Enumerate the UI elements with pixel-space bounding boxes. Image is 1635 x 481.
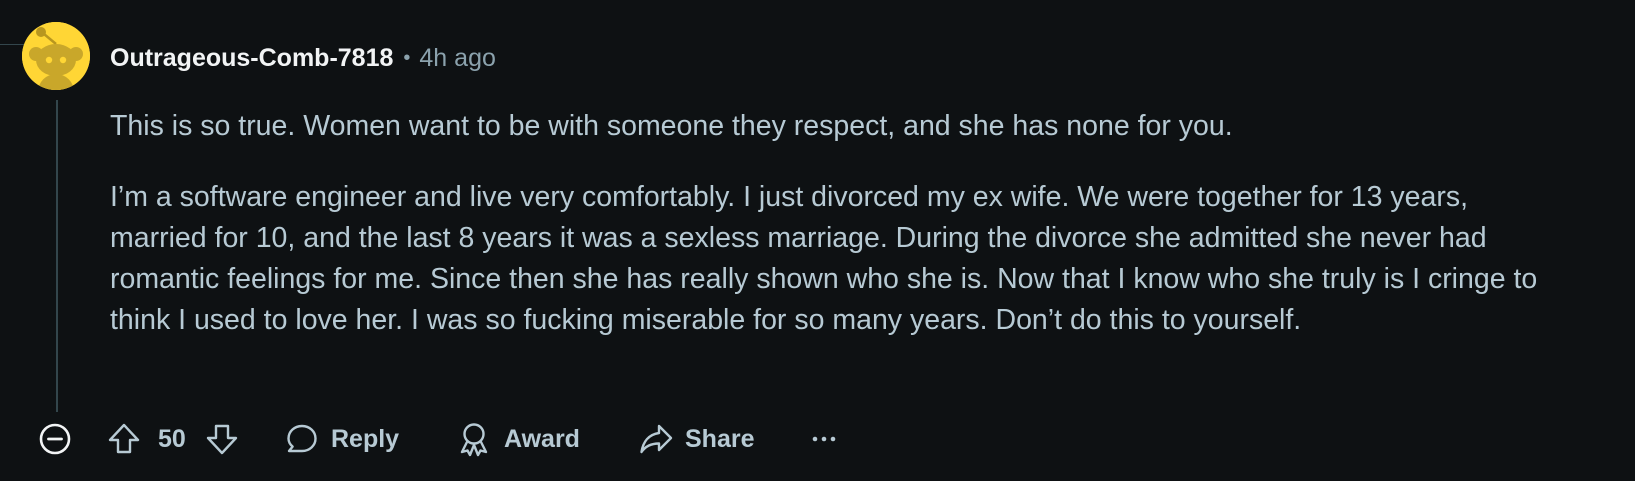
thread-line[interactable] <box>56 100 58 412</box>
minus-circle-icon <box>39 423 71 455</box>
vote-score: 50 <box>158 424 186 453</box>
share-arrow-icon <box>640 424 673 454</box>
author-username[interactable]: Outrageous-Comb-7818 <box>110 44 393 73</box>
speech-bubble-icon <box>287 424 317 453</box>
comment-paragraph: I’m a software engineer and live very co… <box>110 181 1538 336</box>
avatar[interactable] <box>22 22 90 90</box>
share-button[interactable]: Share <box>638 414 754 464</box>
award-label: Award <box>504 424 580 453</box>
more-options-button[interactable] <box>810 414 838 464</box>
comment-paragraph: This is so true. Women want to be with s… <box>110 110 1233 142</box>
thread-connector-line <box>0 0 24 45</box>
downvote-arrow-icon <box>206 424 238 455</box>
share-label: Share <box>685 424 755 453</box>
comment-action-bar: 50 Reply Award Share <box>0 414 1635 464</box>
meta-separator: • <box>403 46 411 69</box>
comment-timestamp[interactable]: 4h ago <box>419 44 495 73</box>
downvote-button[interactable] <box>204 414 240 464</box>
comment-header: Outrageous-Comb-7818 • 4h ago <box>110 40 496 76</box>
award-button[interactable]: Award <box>456 414 580 464</box>
award-ribbon-icon <box>460 423 488 457</box>
ellipsis-icon <box>812 436 836 442</box>
snoo-avatar-icon <box>22 22 90 90</box>
upvote-arrow-icon <box>108 423 140 454</box>
collapse-button[interactable] <box>38 414 72 464</box>
comment-body: This is so true. Women want to be with s… <box>110 106 1550 371</box>
upvote-button[interactable] <box>106 414 142 464</box>
reply-label: Reply <box>331 424 400 453</box>
reply-button[interactable]: Reply <box>285 414 399 464</box>
